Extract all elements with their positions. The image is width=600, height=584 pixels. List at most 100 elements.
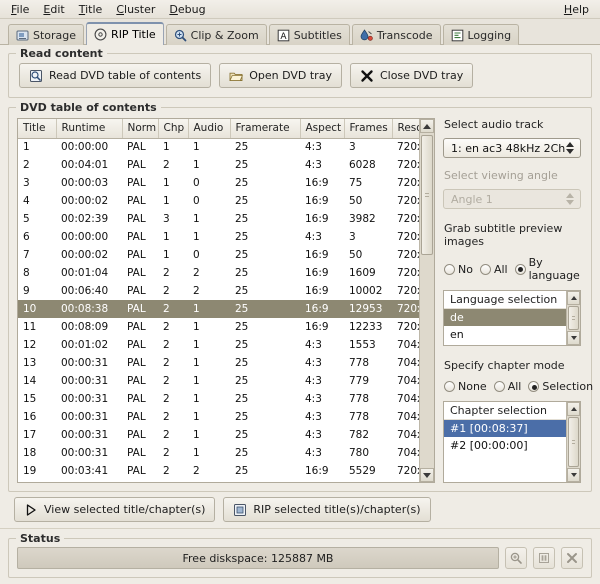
table-scrollbar[interactable] — [419, 119, 434, 482]
cell-chp: 2 — [163, 375, 170, 387]
tab-logging[interactable]: Logging — [442, 24, 520, 45]
table-row[interactable]: 1200:01:02PAL21254:31553704x576 — [18, 336, 434, 354]
cell-title: 8 — [23, 267, 30, 279]
table-row[interactable]: 1900:03:41PAL222516:95529720x576 — [18, 462, 434, 480]
table-row[interactable]: 100:00:00PAL11254:33720x576 — [18, 138, 434, 156]
cell-frames: 12233 — [349, 321, 383, 333]
column-header-norm[interactable]: Norm — [122, 119, 159, 139]
status-cancel-button[interactable] — [561, 547, 583, 569]
scroll-thumb[interactable] — [568, 306, 579, 331]
radio-chapter-selection[interactable]: Selection — [528, 380, 593, 393]
audio-track-combo[interactable]: 1: en ac3 48kHz 2Ch — [443, 138, 581, 159]
column-header-chp[interactable]: Chp — [158, 119, 189, 139]
list-item[interactable]: de — [444, 309, 580, 327]
table-row[interactable]: 1700:00:31PAL21254:3782704x576 — [18, 426, 434, 444]
scroll-down-button[interactable] — [567, 467, 580, 482]
radio-chapter-none[interactable]: None — [444, 380, 487, 393]
view-selected-button[interactable]: View selected title/chapter(s) — [14, 497, 216, 522]
menu-item-file[interactable]: File — [4, 1, 36, 18]
chapter-mode-label: Specify chapter mode — [444, 359, 565, 373]
table-row[interactable]: 200:04:01PAL21254:36028720x576 — [18, 156, 434, 174]
table-row[interactable]: 900:06:40PAL222516:910002720x576 — [18, 282, 434, 300]
read-dvd-toc-button[interactable]: Read DVD table of contents — [19, 63, 212, 88]
language-selection-list[interactable]: Language selection de en — [443, 290, 581, 347]
cell-chp: 2 — [163, 321, 170, 333]
menu-bar: File Edit Title Cluster Debug Help — [0, 0, 600, 19]
table-row[interactable]: 1800:00:31PAL21254:3780704x576 — [18, 444, 434, 462]
cell-title: 16 — [23, 411, 37, 423]
cell-frames: 782 — [349, 429, 370, 441]
scroll-thumb[interactable] — [568, 417, 579, 467]
scroll-up-button[interactable] — [420, 119, 434, 133]
cell-aspect: 4:3 — [305, 411, 322, 423]
column-header-aspect[interactable]: Aspect — [300, 119, 345, 139]
column-header-runtime[interactable]: Runtime — [56, 119, 123, 139]
table-row[interactable]: 500:02:39PAL312516:93982720x576 — [18, 210, 434, 228]
table-row[interactable]: 300:00:03PAL102516:975720x576 — [18, 174, 434, 192]
subtitle-preview-radios: No All By language — [444, 256, 581, 282]
button-label: Open DVD tray — [249, 69, 332, 82]
tab-clip-zoom[interactable]: Clip & Zoom — [165, 24, 267, 45]
table-row[interactable]: 1300:00:31PAL21254:3778704x576 — [18, 354, 434, 372]
cell-frames: 12953 — [344, 300, 392, 318]
table-row[interactable]: 600:00:00PAL11254:33720x576 — [18, 228, 434, 246]
cell-aspect: 4:3 — [305, 357, 322, 369]
table-row[interactable]: 700:00:02PAL102516:950720x576 — [18, 246, 434, 264]
spinner-arrows-icon[interactable] — [566, 142, 578, 155]
scroll-down-button[interactable] — [567, 331, 580, 346]
scroll-up-button[interactable] — [567, 291, 580, 306]
menu-item-debug[interactable]: Debug — [162, 1, 212, 18]
menu-item-title[interactable]: Title — [72, 1, 110, 18]
chapter-selection-list[interactable]: Chapter selection #1 [00:08:37] #2 [00:0… — [443, 401, 581, 483]
rip-selected-button[interactable]: RIP selected title(s)/chapter(s) — [223, 497, 431, 522]
table-row[interactable]: 800:01:04PAL222516:91609720x576 — [18, 264, 434, 282]
list-item[interactable]: en — [444, 326, 580, 343]
audio-track-label: Select audio track — [444, 118, 544, 131]
table-row[interactable]: 1400:00:31PAL21254:3779704x576 — [18, 372, 434, 390]
cell-frames: 1609 — [349, 267, 376, 279]
language-list-scrollbar[interactable] — [566, 291, 580, 346]
menu-item-help[interactable]: Help — [557, 1, 596, 18]
tab-transcode[interactable]: Transcode — [351, 24, 441, 45]
table-row[interactable]: 1500:00:31PAL21254:3778704x576 — [18, 390, 434, 408]
cell-framerate: 25 — [230, 300, 300, 318]
tab-storage[interactable]: Storage — [8, 24, 85, 45]
table-row[interactable]: 400:00:02PAL102516:950720x576 — [18, 192, 434, 210]
scroll-down-button[interactable] — [420, 468, 434, 482]
scroll-track[interactable] — [420, 133, 434, 468]
scroll-track[interactable] — [567, 305, 580, 331]
status-pause-button[interactable] — [533, 547, 555, 569]
table-row[interactable]: 1600:00:31PAL21254:3778704x576 — [18, 408, 434, 426]
cell-frames: 779 — [349, 375, 370, 387]
list-item[interactable]: #2 [00:00:00] — [444, 437, 580, 454]
list-item[interactable]: #1 [00:08:37] — [444, 420, 580, 438]
cell-chp: 2 — [163, 411, 170, 423]
scroll-thumb[interactable] — [421, 135, 433, 255]
table-row[interactable]: 1100:08:09PAL212516:912233720x576 — [18, 318, 434, 336]
cell-framerate: 25 — [235, 249, 249, 261]
menu-item-edit[interactable]: Edit — [36, 1, 71, 18]
radio-subtitle-no[interactable]: No — [444, 263, 473, 276]
column-header-framerate[interactable]: Framerate — [230, 119, 301, 139]
dvd-toc-table[interactable]: Title Runtime Norm Chp Audio Framerate Aspect F… — [18, 119, 434, 480]
tab-subtitles[interactable]: A Subtitles — [268, 24, 350, 45]
chapter-list-scrollbar[interactable] — [566, 402, 580, 482]
tab-rip-title[interactable]: RIP Title — [86, 22, 164, 46]
scroll-up-button[interactable] — [567, 402, 580, 417]
cell-aspect: 4:3 — [305, 375, 322, 387]
cell-runtime: 00:08:09 — [61, 321, 109, 333]
table-row[interactable]: 1000:08:38PAL212516:912953720x576 — [18, 300, 434, 318]
radio-subtitle-all[interactable]: All — [479, 263, 508, 276]
scroll-track[interactable] — [567, 416, 580, 468]
disc-icon — [94, 28, 107, 41]
radio-subtitle-by-language[interactable]: By language — [514, 256, 580, 282]
column-header-title[interactable]: Title — [18, 119, 57, 139]
cell-frames: 50 — [349, 249, 363, 261]
column-header-frames[interactable]: Frames — [344, 119, 393, 139]
column-header-audio[interactable]: Audio — [188, 119, 231, 139]
radio-chapter-all[interactable]: All — [493, 380, 521, 393]
open-dvd-tray-button[interactable]: Open DVD tray — [219, 63, 342, 88]
close-dvd-tray-button[interactable]: Close DVD tray — [349, 63, 474, 88]
menu-item-cluster[interactable]: Cluster — [109, 1, 162, 18]
status-magnifier-button[interactable] — [505, 547, 527, 569]
